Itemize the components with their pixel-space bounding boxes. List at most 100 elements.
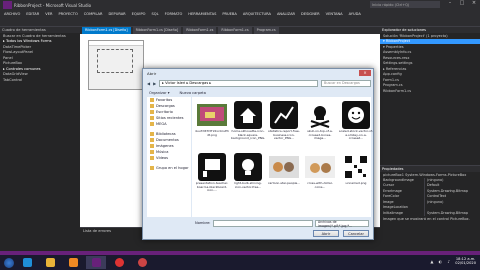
cancel-button[interactable]: Cancelar <box>343 230 369 237</box>
nav-item-label: Escritorio <box>156 110 173 114</box>
nav-item[interactable]: Grupo en el hogar <box>147 165 191 171</box>
cats2-thumbnail-icon <box>305 153 335 181</box>
property-value[interactable]: (ninguno) <box>425 200 443 206</box>
quick-launch-input[interactable]: Inicio rápido (Ctrl+Q) <box>370 1 440 8</box>
forward-arrow-icon[interactable]: ▶ <box>153 81 156 86</box>
menu-item[interactable]: PRUEBA <box>222 12 237 16</box>
error-list-title: Lista de errores <box>83 229 111 233</box>
property-row[interactable]: InitialImage System.Drawing.Bitmap <box>380 210 480 217</box>
dialog-close-button[interactable]: × <box>359 70 371 76</box>
folder-icon <box>150 104 154 108</box>
folder-icon <box>150 150 154 154</box>
address-bar: ◀ ▶ ▸ Victor Isleri ▸ Descargas ▸ Buscar… <box>147 79 371 87</box>
file-name: cartoon-star-people... <box>267 182 301 185</box>
file-name: home-silhouette-icon-black-square-backgr… <box>231 130 265 141</box>
skull-thumbnail-icon <box>305 101 335 129</box>
taskbar-media-player-icon[interactable] <box>132 256 152 269</box>
toolbox-item[interactable]: TabControl <box>0 77 80 83</box>
qr-thumbnail-icon <box>341 153 371 181</box>
menu-item[interactable]: COMPILAR <box>84 12 103 16</box>
open-button[interactable]: Abrir <box>313 230 339 237</box>
property-value[interactable]: System.Drawing.Bitmap <box>425 211 468 217</box>
open-file-dialog: Abrir × ◀ ▶ ▸ Victor Isleri ▸ Descargas … <box>142 68 374 240</box>
menu-item[interactable]: FORMATO <box>165 12 183 16</box>
solution-tree-item[interactable]: RibbonForm1.cs <box>380 88 480 94</box>
taskbar-visual-studio-icon[interactable] <box>86 256 106 269</box>
file-item[interactable]: home-silhouette-icon-black-square-backgr… <box>231 101 265 151</box>
menu-item[interactable]: VENTANA <box>326 12 343 16</box>
taskbar-chrome-icon[interactable] <box>109 256 129 269</box>
folder-icon <box>150 166 154 170</box>
photo-thumbnail-icon <box>197 101 227 129</box>
file-item[interactable]: scaled-stock-vector-of-a-smiley-on-a-cro… <box>339 101 373 151</box>
file-item[interactable]: 4uuTd6Tr3TL5xc0cuEh6K8cDO-dt.png <box>195 101 229 151</box>
taskbar-media-icon[interactable] <box>63 256 83 269</box>
minimize-button[interactable]: – <box>444 0 456 9</box>
folder-icon <box>150 138 154 142</box>
file-item[interactable]: presentation-teacher-board-a-blackboard-… <box>195 153 229 203</box>
clock-date: 02/01/2020 <box>455 261 476 265</box>
visual-studio-logo-icon <box>3 1 12 9</box>
menu-item[interactable]: SQL <box>151 12 158 16</box>
taskbar-clock[interactable]: 18:12 a.m. 02/01/2020 <box>455 257 476 265</box>
start-button[interactable] <box>4 257 14 268</box>
file-name: light-bulb-shining-icon-vector-free... <box>234 182 262 189</box>
new-folder-button[interactable]: Nueva carpeta <box>180 91 206 95</box>
maximize-button[interactable]: □ <box>456 0 468 9</box>
menu-item[interactable]: ARCHIVO <box>4 12 20 16</box>
menu-item[interactable]: EQUIPO <box>132 12 146 16</box>
toolbox-panel: Cuadro de herramientas Buscar en Cuadro … <box>0 27 80 251</box>
file-item[interactable]: light-bulb-shining-icon-vector-free... <box>231 153 265 203</box>
nav-item-label: Grupo en el hogar <box>156 166 189 170</box>
dialog-bottom: Nombre: Archivos de imagen(*.gif;*.jpg;*… <box>147 219 371 239</box>
form-preview[interactable] <box>88 40 144 90</box>
smile-thumbnail-icon <box>341 101 371 129</box>
toolbar <box>0 18 480 33</box>
file-item[interactable]: cartoon-star-people... <box>267 153 301 203</box>
menu-item[interactable]: DEPURAR <box>109 12 126 16</box>
organize-button[interactable]: Organizar ▾ <box>149 91 170 95</box>
system-tray-icons[interactable]: ▲ ◐ ♪ <box>430 259 452 264</box>
menu-item[interactable]: EDITAR <box>26 12 39 16</box>
nav-item-label: Descargas <box>156 104 175 108</box>
file-name: presentation-teacher-board-a-blackboard-… <box>195 182 229 193</box>
folder-icon <box>150 98 154 102</box>
menu-item[interactable]: AYUDA <box>349 12 361 16</box>
menu-item[interactable]: ANALIZAR <box>277 12 295 16</box>
cats-thumbnail-icon <box>269 153 299 181</box>
window-controls: – □ × <box>444 0 480 9</box>
picturebox-control[interactable] <box>97 49 133 73</box>
form-title-bar <box>89 41 143 46</box>
menu-item[interactable]: VER <box>45 12 52 16</box>
close-button[interactable]: × <box>468 0 480 9</box>
folder-icon <box>150 110 154 114</box>
menu-item[interactable]: DESIGNER <box>301 12 320 16</box>
search-input[interactable]: Buscar en Descargas <box>321 79 371 87</box>
menu-item[interactable]: ARQUITECTURA <box>243 12 271 16</box>
back-arrow-icon[interactable]: ◀ <box>147 81 150 86</box>
document-tab[interactable]: RibbonForm1.cs <box>218 27 252 34</box>
folder-icon <box>150 132 154 136</box>
document-tab[interactable]: RibbonForm1.cs [Diseño] <box>82 27 131 34</box>
menu-item[interactable]: HERRAMIENTAS <box>188 12 216 16</box>
file-item[interactable]: unnamed.png <box>339 153 373 203</box>
window-title: RibbonProject - Microsoft Visual Studio <box>14 2 92 8</box>
menu-item[interactable]: PROYECTO <box>59 12 78 16</box>
nav-item-label: Favoritos <box>156 98 173 102</box>
properties-description: Imagen que se mostrará en el control Pic… <box>383 216 470 221</box>
document-tab[interactable]: RibbonForm1.cs <box>183 27 217 34</box>
file-item[interactable]: cross-with-dollar-coins... <box>303 153 337 203</box>
taskbar-ie-icon[interactable] <box>17 256 37 269</box>
property-name: InitialImage <box>380 210 425 216</box>
file-type-filter[interactable]: Archivos de imagen(*.gif;*.jpg;*... <box>315 220 369 228</box>
file-item[interactable]: skull-on-top-of-a-crossed-bones-image... <box>303 101 337 151</box>
menu-bar: ARCHIVO EDITAR VER PROYECTO COMPILAR DEPURAR E… <box>0 10 480 18</box>
document-tab[interactable]: RibbonForm1.cs [Diseño] <box>132 27 182 34</box>
taskbar-explorer-icon[interactable] <box>40 256 60 269</box>
filename-input[interactable] <box>213 220 313 227</box>
file-item[interactable]: statistics-report-free-business-icon-vec… <box>267 101 301 151</box>
windows-taskbar: ▲ ◐ ♪ 18:12 a.m. 02/01/2020 <box>0 255 480 270</box>
nav-item-label: Bibliotecas <box>156 132 176 136</box>
document-tab[interactable]: Program.cs <box>253 27 279 34</box>
path-breadcrumb[interactable]: ▸ Victor Isleri ▸ Descargas ▸ <box>159 79 318 87</box>
